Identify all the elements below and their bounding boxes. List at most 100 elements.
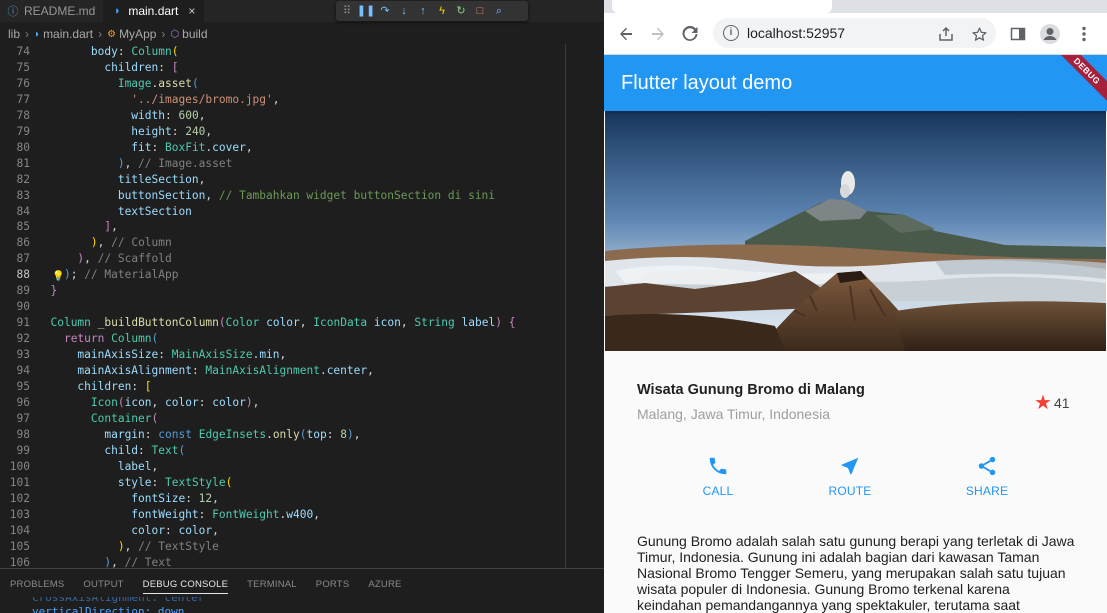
code-line[interactable]: 96 Icon(icon, color: color), bbox=[0, 395, 604, 411]
breadcrumb-file[interactable]: main.dart bbox=[43, 27, 93, 41]
code-line[interactable]: 87 ), // Scaffold bbox=[0, 251, 604, 267]
code-line[interactable]: 98 margin: const EdgeInsets.only(top: 8)… bbox=[0, 427, 604, 443]
panel-tab-debug-console[interactable]: DEBUG CONSOLE bbox=[142, 579, 229, 594]
code-line[interactable]: 90 bbox=[0, 299, 604, 315]
tab-label: main.dart bbox=[128, 4, 179, 18]
panel-tab-problems[interactable]: PROBLEMS bbox=[10, 579, 64, 590]
phone-icon bbox=[709, 457, 727, 475]
class-icon: ⚙ bbox=[107, 28, 117, 40]
code-text: buttonSection, // Tambahkan widget butto… bbox=[117, 188, 496, 202]
step-over-icon[interactable]: ↷ bbox=[378, 4, 392, 18]
dart-icon: ◗ bbox=[114, 5, 121, 17]
chevron-right-icon: › bbox=[25, 27, 30, 41]
code-line[interactable]: 102 fontSize: 12, bbox=[0, 491, 604, 507]
code-line[interactable]: 99 child: Text( bbox=[0, 443, 604, 459]
code-line[interactable]: 91 Column _buildButtonColumn(Color color… bbox=[0, 315, 604, 331]
chevron-right-icon: › bbox=[98, 27, 103, 41]
step-out-icon[interactable]: ↑ bbox=[416, 4, 430, 18]
panel-tab-terminal[interactable]: TERMINAL bbox=[247, 579, 297, 590]
code-line[interactable]: 76 Image.asset( bbox=[0, 76, 604, 92]
code-text: Icon(icon, color: color), bbox=[90, 395, 260, 409]
star-icon: ★ bbox=[1034, 392, 1052, 414]
route-button[interactable]: ROUTE bbox=[810, 455, 890, 498]
code-text: style: TextStyle( bbox=[117, 475, 233, 489]
code-line[interactable]: 100 label, bbox=[0, 459, 604, 475]
code-line[interactable]: 97 Container( bbox=[0, 411, 604, 427]
chevron-right-icon: › bbox=[161, 27, 166, 41]
panel-tab-output[interactable]: OUTPUT bbox=[83, 579, 123, 590]
code-line[interactable]: 77 '../images/bromo.jpg', bbox=[0, 92, 604, 108]
code-editor[interactable]: 74 body: Column(75 children: [76 Image.a… bbox=[0, 44, 604, 568]
code-line[interactable]: 104 color: color, bbox=[0, 523, 604, 539]
url-text[interactable]: localhost:52957 bbox=[747, 25, 845, 41]
code-line[interactable]: 106 ), // Text bbox=[0, 555, 604, 569]
drag-handle-icon[interactable]: ⠿ bbox=[340, 4, 354, 18]
code-line[interactable]: 94 mainAxisAlignment: MainAxisAlignment.… bbox=[0, 363, 604, 379]
breadcrumb-class[interactable]: MyApp bbox=[119, 27, 156, 41]
breadcrumb-lib[interactable]: lib bbox=[8, 27, 20, 41]
code-line[interactable]: 85 ], bbox=[0, 219, 604, 235]
code-line[interactable]: 84 textSection bbox=[0, 204, 604, 220]
inspect-icon[interactable]: ⌕ bbox=[492, 4, 506, 18]
kebab-menu-icon[interactable] bbox=[1073, 23, 1095, 45]
panel-tab-ports[interactable]: PORTS bbox=[316, 579, 350, 590]
code-line[interactable]: 82 titleSection, bbox=[0, 172, 604, 188]
back-icon[interactable] bbox=[615, 23, 637, 45]
code-line[interactable]: 103 fontWeight: FontWeight.w400, bbox=[0, 507, 604, 523]
share-page-icon[interactable] bbox=[935, 23, 957, 45]
code-line[interactable]: 89 } bbox=[0, 283, 604, 299]
code-line[interactable]: 83 buttonSection, // Tambahkan widget bu… bbox=[0, 188, 604, 204]
line-number: 77 bbox=[16, 92, 30, 106]
code-line[interactable]: 105 ), // TextStyle bbox=[0, 539, 604, 555]
stop-icon[interactable]: □ bbox=[473, 4, 487, 18]
code-line[interactable]: 79 height: 240, bbox=[0, 124, 604, 140]
vscode-window: ⓘ README.md ◗ main.dart × ⠿ ❚❚ ↷ ↓ ↑ ϟ ↻… bbox=[0, 0, 604, 613]
code-line[interactable]: 78 width: 600, bbox=[0, 108, 604, 124]
breadcrumb-method[interactable]: build bbox=[182, 27, 207, 41]
hot-reload-icon[interactable]: ϟ bbox=[435, 4, 449, 18]
tab-readme[interactable]: ⓘ README.md bbox=[0, 0, 105, 22]
code-line[interactable]: 86 ), // Column bbox=[0, 235, 604, 251]
call-button[interactable]: CALL bbox=[678, 455, 758, 498]
share-label: SHARE bbox=[965, 484, 1009, 498]
code-line[interactable]: 88 💡 ); // MaterialApp bbox=[0, 267, 604, 283]
share-button[interactable]: SHARE bbox=[947, 455, 1027, 498]
code-text: ), // Column bbox=[90, 236, 172, 250]
forward-icon[interactable] bbox=[647, 23, 669, 45]
code-line[interactable]: 80 fit: BoxFit.cover, bbox=[0, 140, 604, 156]
bookmark-star-icon[interactable] bbox=[968, 23, 990, 45]
side-panel-icon[interactable] bbox=[1007, 23, 1029, 45]
rating-count: 41 bbox=[1053, 395, 1070, 411]
code-text: Container( bbox=[90, 411, 159, 425]
code-text: ), // TextStyle bbox=[117, 539, 219, 553]
code-text: fontSize: 12, bbox=[131, 491, 219, 505]
step-into-icon[interactable]: ↓ bbox=[397, 4, 411, 18]
browser-tab[interactable] bbox=[612, 0, 832, 13]
code-line[interactable]: 81 ), // Image.asset bbox=[0, 156, 604, 172]
code-text: fontWeight: FontWeight.w400, bbox=[131, 507, 320, 521]
code-line[interactable]: 93 mainAxisSize: MainAxisSize.min, bbox=[0, 347, 604, 363]
profile-avatar-icon[interactable] bbox=[1039, 23, 1061, 45]
code-text: Column _buildButtonColumn(Color color, I… bbox=[50, 316, 516, 330]
line-number: 76 bbox=[16, 76, 30, 90]
tab-label: README.md bbox=[24, 4, 96, 18]
code-line[interactable]: 92 return Column( bbox=[0, 331, 604, 347]
restart-icon[interactable]: ↻ bbox=[454, 4, 468, 18]
reload-icon[interactable] bbox=[679, 23, 701, 45]
panel-tabs: PROBLEMS OUTPUT DEBUG CONSOLE TERMINAL P… bbox=[0, 569, 604, 599]
panel-tab-azure[interactable]: AZURE bbox=[368, 579, 401, 590]
pause-icon[interactable]: ❚❚ bbox=[357, 4, 375, 18]
code-line[interactable]: 101 style: TextStyle( bbox=[0, 475, 604, 491]
title-section: Wisata Gunung Bromo di Malang Malang, Ja… bbox=[637, 382, 1077, 422]
line-number: 74 bbox=[16, 45, 30, 58]
code-line[interactable]: 95 children: [ bbox=[0, 379, 604, 395]
code-text: children: [ bbox=[104, 60, 179, 74]
tab-main-dart[interactable]: ◗ main.dart × bbox=[104, 0, 205, 22]
code-line[interactable]: 75 children: [ bbox=[0, 60, 604, 76]
line-number: 81 bbox=[16, 156, 30, 170]
code-line[interactable]: 74 body: Column( bbox=[0, 44, 604, 60]
code-text: width: 600, bbox=[131, 108, 206, 122]
close-tab-icon[interactable]: × bbox=[188, 4, 195, 18]
site-info-icon[interactable]: i bbox=[723, 25, 739, 41]
info-icon: ⓘ bbox=[7, 6, 19, 18]
